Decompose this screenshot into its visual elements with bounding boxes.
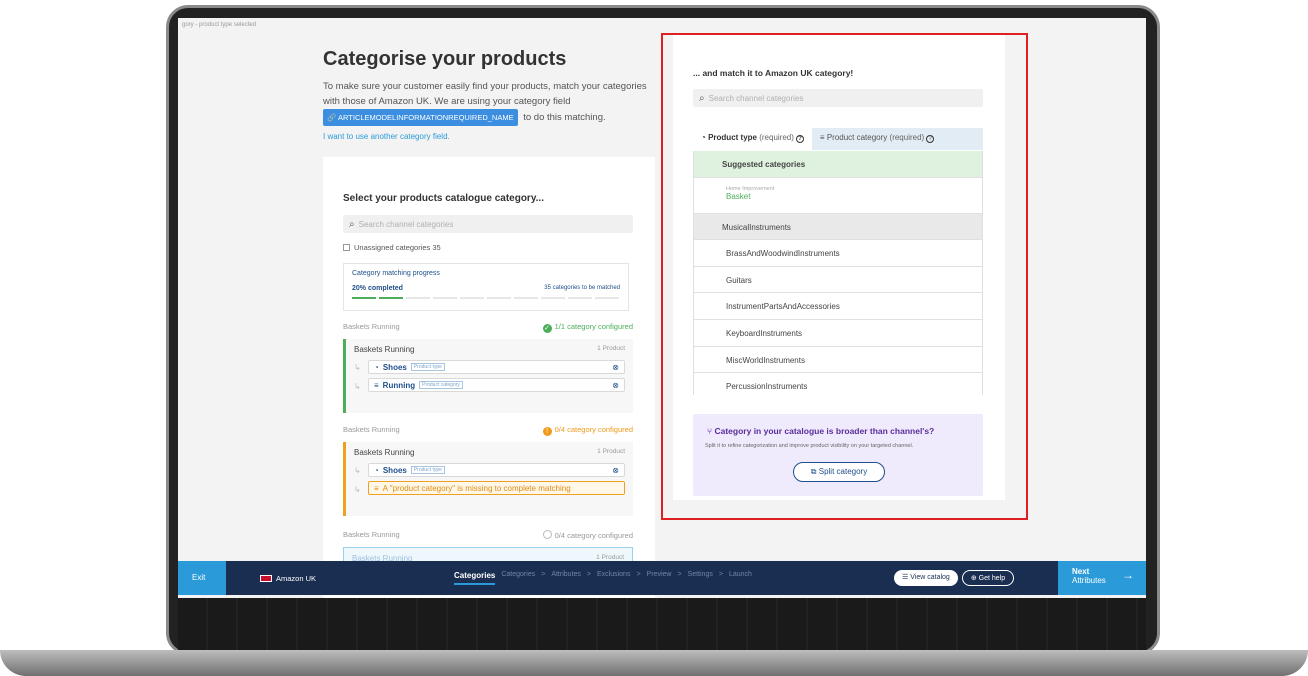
tree-branch-icon: ↳ [354,466,361,475]
warning-icon: ! [542,427,552,436]
step-attributes[interactable]: Attributes [551,571,581,585]
check-icon: ✓ [542,324,552,333]
match-row: ◔ Shoes Product type ⊗ [368,463,625,477]
unassigned-checkbox[interactable] [343,244,350,251]
progress-bar-fill [352,297,406,299]
unassigned-label: Unassigned categories 35 [354,243,441,252]
product-category-icon: ≡ [374,483,379,493]
catalogue-category-panel: Select your products catalogue category.… [323,157,655,598]
remove-icon[interactable]: ⊗ [612,363,619,372]
unassigned-filter[interactable]: Unassigned categories 35 [343,243,441,252]
group-status-text: 0/4 category configured [554,425,633,434]
group-header: Baskets Running 0/4 category configured [343,530,633,540]
progress-title: Category matching progress [352,270,440,277]
view-catalog-button[interactable]: ☰ View catalog [894,570,958,586]
pending-icon [542,530,552,539]
match-row: ◔ Shoes Product type ⊗ [368,360,625,374]
arrow-right-icon: → [1122,568,1134,582]
tree-branch-icon: ↳ [354,485,361,494]
product-type-icon: ◔ [374,465,379,475]
search-icon: ⌕ [349,219,355,230]
missing-text: A "product category" is missing to compl… [382,483,571,493]
remove-icon[interactable]: ⊗ [612,381,619,390]
group-status: ✓ 1/1 category configured [542,322,633,333]
uk-flag-icon [260,574,272,582]
help-icon: ⊕ [970,575,977,582]
group-status-text: 1/1 category configured [554,322,633,331]
match-name: Shoes [382,362,407,372]
laptop-base [0,650,1308,676]
laptop-keyboard [178,598,1146,650]
get-help-button[interactable]: ⊕ Get help [961,570,1015,586]
description-text-end: to do this matching. [523,112,606,123]
group-status: ! 0/4 category configured [542,425,633,436]
match-name: Shoes [382,465,407,475]
match-row: ≡ Running Product category ⊗ [368,378,625,392]
catalogue-search-input[interactable]: ⌕ Search channel categories [343,215,633,233]
step-settings[interactable]: Settings [688,571,713,585]
search-placeholder: Search channel categories [358,220,454,229]
step-launch[interactable]: Launch [729,571,752,585]
other-field-link[interactable]: I want to use another category field. [323,132,653,141]
channel-indicator: Amazon UK [260,574,410,583]
step-separator: > [718,571,723,578]
card-count: 1 Product [597,448,625,455]
match-tag: Product type [410,466,445,474]
catalogue-panel-title: Select your products catalogue category.… [343,193,544,204]
exit-button[interactable]: Exit [178,561,226,595]
progress-remaining: 35 categories to be matched [544,285,620,291]
page-header: Categorise your products To make sure yo… [323,48,653,141]
progress-bar [352,297,620,299]
step-separator: > [677,571,682,578]
step-nav: Categories Categories > Attributes > Exc… [454,571,752,585]
view-catalog-label: View catalog [910,574,950,581]
catalog-icon: ☰ [902,574,909,581]
progress-completed: 20% completed [352,285,403,292]
step-categories[interactable]: Categories [501,571,535,585]
description-text: To make sure your customer easily find y… [323,81,647,107]
group-label: Baskets Running [343,425,400,434]
group-status: 0/4 category configured [542,530,633,540]
page-title: Categorise your products [323,48,567,70]
card-title: Baskets Running [354,448,415,457]
group-card[interactable]: Baskets Running 1 Product ↳ ◔ Shoes Product… [343,339,633,413]
matching-progress: Category matching progress 20% completed… [343,263,629,311]
next-sublabel: Attributes [1072,576,1106,585]
breadcrumb: gory - product type selected [182,22,257,28]
card-title: Baskets Running [354,345,415,354]
step-separator: > [541,571,546,578]
group-card[interactable]: Baskets Running 1 Product ↳ ◔ Shoes Product… [343,442,633,516]
group-label: Baskets Running [343,322,400,331]
get-help-label: Get help [978,575,1006,582]
group-header: Baskets Running ! 0/4 category configured [343,425,633,436]
step-separator: > [586,571,591,578]
match-name: Running [382,380,416,390]
step-current[interactable]: Categories [454,571,496,585]
category-field-chip: 🔗 ARTICLEMODELINFORMATIONREQUIRED_NAME [323,109,518,126]
missing-category-warning[interactable]: ≡ A "product category" is missing to comp… [368,481,625,495]
page-description: To make sure your customer easily find y… [323,79,653,126]
group-status-text: 0/4 category configured [554,531,633,540]
step-exclusions[interactable]: Exclusions [597,571,630,585]
group-header: Baskets Running ✓ 1/1 category configured [343,322,633,333]
channel-name: Amazon UK [276,573,317,583]
product-category-icon: ≡ [374,380,379,390]
step-separator: > [636,571,641,578]
card-count: 1 Product [597,345,625,352]
bottom-navigation-bar: Exit Amazon UK Categories Categories > A… [178,561,1146,595]
category-field-name: ARTICLEMODELINFORMATIONREQUIRED_NAME [338,113,514,122]
tree-branch-icon: ↳ [354,363,361,372]
match-tag: Product type [410,363,445,371]
group-label: Baskets Running [343,530,400,539]
match-tag: Product category [419,381,463,389]
next-button[interactable]: Next Attributes → [1058,561,1146,595]
step-preview[interactable]: Preview [647,571,672,585]
remove-icon[interactable]: ⊗ [612,466,619,475]
highlight-frame [661,33,1028,520]
tree-branch-icon: ↳ [354,382,361,391]
product-type-icon: ◔ [374,362,379,372]
next-label: Next [1072,567,1090,576]
